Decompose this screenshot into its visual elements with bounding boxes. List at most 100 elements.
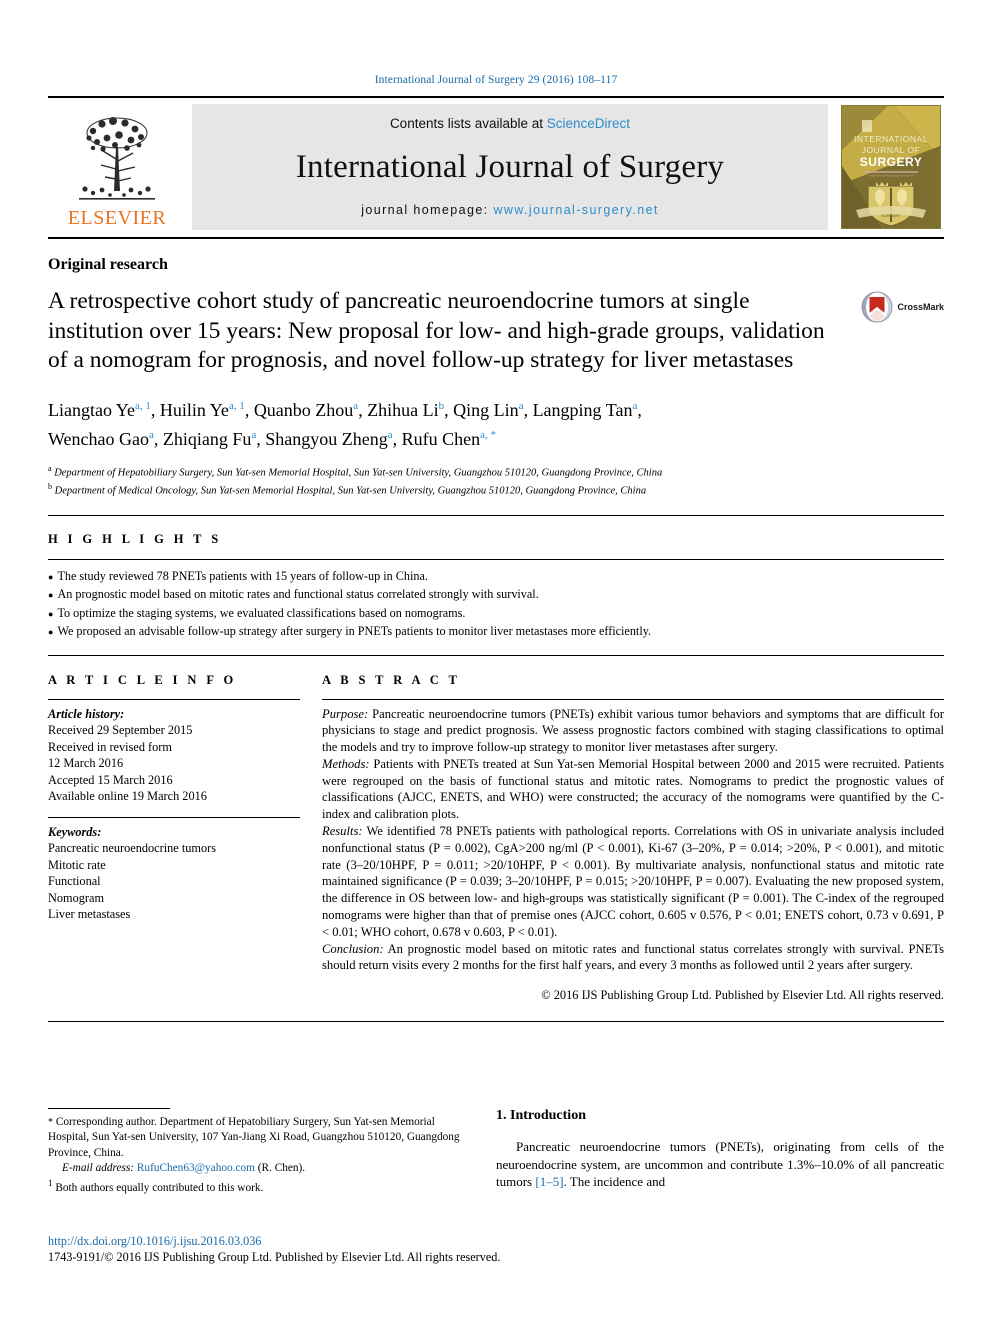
equal-contribution-note: 1 Both authors equally contributed to th… — [48, 1176, 468, 1196]
bullet-icon: ● — [48, 627, 54, 637]
abstract-results-head: Results: — [322, 824, 363, 839]
author-line-2: Wenchao Gaoa, Zhiqiang Fua, Shangyou Zhe… — [48, 428, 497, 449]
highlight-text: An prognostic model based on mitotic rat… — [57, 587, 539, 601]
history-item: 12 March 2016 — [48, 756, 124, 770]
introduction-paragraph: Pancreatic neuroendocrine tumors (PNETs)… — [496, 1138, 944, 1191]
crossmark-badge[interactable]: CrossMark — [861, 291, 944, 323]
rule-under-highlights-label — [48, 558, 944, 560]
equal-contribution-text: Both authors equally contributed to this… — [52, 1181, 264, 1194]
abstract-results-text: We identified 78 PNETs patients with pat… — [322, 824, 944, 939]
email-suffix: (R. Chen). — [254, 1161, 306, 1174]
journal-cover-image: INTERNATIONAL JOURNAL OF SURGERY SURGERY — [841, 105, 941, 229]
rule-below-abstract — [48, 1021, 944, 1023]
affiliation-b-text: Department of Medical Oncology, Sun Yat-… — [54, 485, 647, 497]
rule-above-keywords — [48, 816, 300, 818]
highlights-label: H I G H L I G H T S — [48, 531, 222, 546]
keyword-item: Mitotic rate — [48, 857, 106, 872]
elsevier-wordmark: ELSEVIER — [67, 207, 167, 229]
highlight-text: The study reviewed 78 PNETs patients wit… — [57, 568, 428, 583]
affiliation-a-text: Department of Hepatobiliary Surgery, Sun… — [54, 467, 663, 478]
email-note: E-mail address: RufuChen63@yahoo.com (R.… — [62, 1161, 468, 1176]
list-item: ● An prognostic model based on mitotic ra… — [48, 586, 944, 605]
abstract-label: A B S T R A C T — [322, 672, 461, 687]
bottom-columns: * Corresponding author. Department of He… — [48, 1108, 944, 1196]
abstract-purpose-head: Purpose: — [322, 706, 369, 721]
article-history-label: Article history: — [48, 706, 125, 721]
article-history: Article history: Received 29 September 2… — [48, 706, 300, 805]
bullet-icon: ● — [48, 608, 54, 619]
keywords-block: Keywords: Pancreatic neuroendocrine tumo… — [48, 824, 300, 923]
journal-homepage-link[interactable]: www.journal-surgery.net — [493, 203, 658, 217]
svg-text:SURGERY: SURGERY — [860, 155, 922, 169]
rule-below-highlights — [48, 654, 944, 656]
bullet-icon: ● — [48, 571, 54, 582]
contents-available-line: Contents lists available at ScienceDirec… — [390, 116, 630, 131]
page-title: A retrospective cohort study of pancreat… — [48, 288, 825, 373]
introduction-column: 1. Introduction Pancreatic neuroendocrin… — [496, 1108, 944, 1196]
article-first-page: International Journal of Surgery 29 (201… — [0, 0, 992, 1323]
issn-copyright-line: 1743-9191/© 2016 IJS Publishing Group Lt… — [48, 1250, 501, 1264]
abstract-text: Purpose: Pancreatic neuroendocrine tumor… — [322, 706, 944, 975]
page-footer: http://dx.doi.org/10.1016/j.ijsu.2016.03… — [48, 1234, 944, 1265]
svg-text:INTERNATIONAL: INTERNATIONAL — [854, 134, 928, 144]
rule-below-banner — [48, 237, 944, 239]
keyword-item: Liver metastases — [48, 907, 131, 921]
abstract-column: A B S T R A C T Purpose: Pancreatic neur… — [322, 673, 944, 1004]
abstract-results: Results: We identified 78 PNETs patients… — [322, 823, 944, 941]
journal-homepage-line: journal homepage: www.journal-surgery.ne… — [361, 203, 659, 217]
abstract-copyright: © 2016 IJS Publishing Group Ltd. Publish… — [541, 988, 944, 1003]
history-item: Received in revised form — [48, 739, 172, 754]
corresponding-author-note: * Corresponding author. Department of He… — [48, 1115, 468, 1161]
abstract-conclusion-text: An prognostic model based on mitotic rat… — [322, 941, 944, 973]
footnote-block: * Corresponding author. Department of He… — [48, 1115, 468, 1196]
title-row: A retrospective cohort study of pancreat… — [48, 287, 944, 376]
abstract-methods-head: Methods: — [322, 756, 370, 771]
article-type: Original research — [48, 256, 168, 273]
abstract-conclusion: Conclusion: An prognostic model based on… — [322, 941, 944, 975]
list-item: ● To optimize the staging systems, we eva… — [48, 605, 944, 624]
elsevier-tree-icon — [69, 111, 165, 207]
email-link[interactable]: RufuChen63@yahoo.com — [137, 1162, 255, 1174]
footnote-divider — [48, 1108, 170, 1110]
introduction-heading: 1. Introduction — [496, 1108, 586, 1124]
footnote-column: * Corresponding author. Department of He… — [48, 1108, 496, 1196]
list-item: ● The study reviewed 78 PNETs patients wi… — [48, 568, 944, 587]
history-item: Received 29 September 2015 — [48, 723, 193, 737]
keyword-item: Pancreatic neuroendocrine tumors — [48, 841, 216, 855]
rule-top — [48, 96, 944, 98]
banner-center: Contents lists available at ScienceDirec… — [192, 104, 828, 230]
svg-text:SURGERY: SURGERY — [881, 213, 901, 218]
journal-title: International Journal of Surgery — [295, 148, 725, 185]
journal-cover-thumbnail: INTERNATIONAL JOURNAL OF SURGERY SURGERY — [838, 104, 944, 230]
introduction-part2: . The incidence and — [563, 1174, 666, 1190]
homepage-prefix: journal homepage: — [361, 203, 494, 217]
elsevier-logo: ELSEVIER — [48, 104, 186, 230]
history-item: Accepted 15 March 2016 — [48, 772, 173, 787]
abstract-purpose: Purpose: Pancreatic neuroendocrine tumor… — [322, 706, 944, 756]
abstract-purpose-text: Pancreatic neuroendocrine tumors (PNETs)… — [322, 706, 944, 755]
author-list: Liangtao Yea, 1, Huilin Yea, 1, Quanbo Z… — [48, 394, 944, 452]
list-item: ● We proposed an advisable follow-up stra… — [48, 623, 944, 642]
highlights-list: ● The study reviewed 78 PNETs patients wi… — [48, 568, 944, 642]
running-head: International Journal of Surgery 29 (201… — [374, 74, 618, 86]
crossmark-icon — [861, 291, 893, 323]
article-info-label: A R T I C L E I N F O — [48, 672, 237, 687]
contents-prefix: Contents lists available at — [389, 116, 547, 131]
keyword-item: Functional — [48, 874, 101, 888]
journal-banner: ELSEVIER Contents lists available at Sci… — [48, 104, 944, 230]
history-item: Available online 19 March 2016 — [48, 789, 207, 803]
rule-above-highlights — [48, 514, 944, 516]
doi-link[interactable]: http://dx.doi.org/10.1016/j.ijsu.2016.03… — [48, 1234, 944, 1249]
affiliation-b: b Department of Medical Oncology, Sun Ya… — [48, 482, 647, 497]
affiliation-a: a Department of Hepatobiliary Surgery, S… — [48, 463, 663, 479]
abstract-conclusion-head: Conclusion: — [322, 941, 384, 956]
bullet-icon: ● — [48, 590, 54, 600]
info-and-abstract: A R T I C L E I N F O Article history: R… — [48, 673, 944, 1004]
email-label: E-mail address: — [62, 1161, 135, 1174]
abstract-methods-text: Patients with PNETs treated at Sun Yat-s… — [322, 756, 944, 822]
rule-under-info-label — [48, 698, 300, 700]
sciencedirect-link[interactable]: ScienceDirect — [547, 116, 630, 131]
citation-link[interactable]: [1–5] — [535, 1174, 563, 1189]
corresponding-author-text: Corresponding author. Department of Hepa… — [48, 1116, 460, 1159]
keyword-item: Nomogram — [48, 890, 105, 905]
